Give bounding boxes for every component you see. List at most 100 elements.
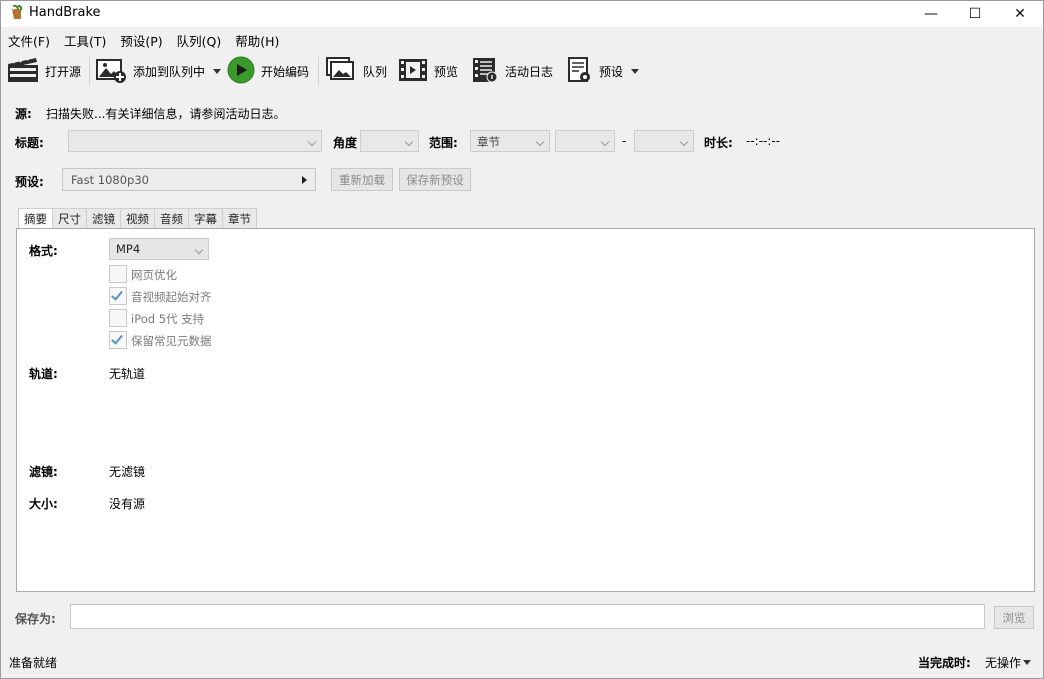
align-av-label: 音视频起始对齐 — [131, 290, 212, 304]
queue-stack-icon — [325, 56, 357, 87]
film-preview-icon — [398, 57, 428, 86]
keep-metadata-checkbox[interactable] — [109, 331, 127, 349]
preview-button[interactable]: 预览 — [398, 55, 458, 87]
presets-button[interactable]: 预设 — [567, 55, 640, 87]
window-title: HandBrake — [29, 5, 101, 20]
preset-value: Fast 1080p30 — [71, 173, 149, 187]
menu-bar: 文件(F) 工具(T) 预设(P) 队列(Q) 帮助(H) — [1, 28, 1043, 50]
web-optimized-label: 网页优化 — [131, 268, 177, 282]
menu-queue[interactable]: 队列(Q) — [170, 28, 229, 50]
tracks-label: 轨道: — [29, 367, 58, 381]
status-text: 准备就绪 — [9, 656, 58, 670]
main-panel: 源: 扫描失败...有关详细信息，请参阅活动日志。 标题: 角度 范围: 章节 … — [2, 92, 1043, 645]
dropdown-caret-icon[interactable] — [213, 68, 222, 74]
range-type-dropdown[interactable]: 章节 — [470, 130, 550, 152]
start-encode-label: 开始编码 — [261, 64, 310, 79]
toolbar-separator — [89, 57, 90, 85]
minimize-icon: — — [924, 6, 938, 22]
save-as-label: 保存为: — [15, 612, 56, 626]
when-done-dropdown[interactable]: 无操作 — [985, 654, 1032, 671]
maximize-button[interactable]: ☐ — [952, 1, 998, 27]
activity-log-icon — [471, 56, 499, 87]
preview-label: 预览 — [434, 64, 459, 79]
chevron-right-icon — [302, 176, 307, 184]
ipod-support-checkbox[interactable] — [109, 309, 127, 327]
reload-preset-button[interactable]: 重新加载 — [331, 168, 393, 191]
range-label: 范围: — [429, 136, 458, 150]
tab-summary[interactable]: 摘要 — [18, 208, 53, 229]
open-source-button[interactable]: 打开源 — [7, 55, 81, 87]
ipod-support-label: iPod 5代 支持 — [131, 312, 205, 326]
title-label: 标题: — [15, 136, 44, 150]
preset-settings-icon — [567, 56, 593, 87]
status-bar: 准备就绪 当完成时: 无操作 — [2, 646, 1043, 678]
dropdown-caret-icon — [1023, 660, 1032, 665]
when-done-label: 当完成时: — [918, 656, 971, 670]
menu-tools[interactable]: 工具(T) — [57, 28, 113, 50]
menu-presets[interactable]: 预设(P) — [113, 28, 169, 50]
tab-subtitles[interactable]: 字幕 — [188, 208, 223, 228]
save-new-preset-button[interactable]: 保存新预设 — [399, 168, 471, 191]
menu-help[interactable]: 帮助(H) — [228, 28, 286, 50]
add-image-icon — [95, 56, 127, 87]
tab-chapters[interactable]: 章节 — [222, 208, 257, 228]
browse-label: 浏览 — [1002, 610, 1026, 625]
range-dash: - — [622, 134, 627, 148]
format-dropdown[interactable]: MP4 — [109, 238, 209, 260]
web-optimized-checkbox[interactable] — [109, 265, 127, 283]
preset-selector[interactable]: Fast 1080p30 — [62, 168, 316, 191]
save-new-preset-label: 保存新预设 — [406, 172, 464, 187]
tracks-value: 无轨道 — [109, 367, 146, 381]
angle-label: 角度 — [333, 136, 358, 150]
add-to-queue-label: 添加到队列中 — [133, 64, 206, 79]
size-value: 没有源 — [109, 497, 146, 511]
align-av-checkbox[interactable] — [109, 287, 127, 305]
title-bar: HandBrake — ☐ ✕ — [1, 1, 1043, 27]
keep-metadata-label: 保留常见元数据 — [131, 334, 212, 348]
add-to-queue-button[interactable]: 添加到队列中 — [95, 55, 222, 87]
title-dropdown[interactable] — [68, 130, 322, 152]
source-value: 扫描失败...有关详细信息，请参阅活动日志。 — [46, 107, 286, 121]
close-icon: ✕ — [1014, 6, 1026, 22]
tab-dimensions[interactable]: 尺寸 — [52, 208, 87, 228]
activity-log-button[interactable]: 活动日志 — [471, 55, 553, 87]
range-start-dropdown[interactable] — [555, 130, 615, 152]
preset-label: 预设: — [15, 175, 44, 189]
close-button[interactable]: ✕ — [997, 1, 1043, 27]
checkmark-icon — [111, 288, 123, 301]
play-icon — [227, 56, 255, 87]
browse-button[interactable]: 浏览 — [994, 606, 1034, 629]
tab-strip: 摘要 尺寸 滤镜 视频 音频 字幕 章节 — [18, 208, 257, 229]
menu-file[interactable]: 文件(F) — [1, 28, 57, 50]
size-label: 大小: — [29, 497, 58, 511]
dropdown-caret-icon[interactable] — [631, 68, 640, 74]
summary-panel: 格式: MP4 网页优化 音视频起始对齐 iPod 5代 支持 保留常见元数据 … — [16, 228, 1035, 592]
source-label: 源: — [15, 107, 32, 121]
toolbar-separator — [318, 57, 319, 85]
save-as-input[interactable] — [70, 604, 985, 629]
filters-value: 无滤镜 — [109, 465, 146, 479]
start-encode-button[interactable]: 开始编码 — [227, 55, 309, 87]
queue-button[interactable]: 队列 — [325, 55, 387, 87]
reload-preset-label: 重新加载 — [339, 172, 385, 187]
when-done-value: 无操作 — [985, 656, 1022, 670]
range-type-value: 章节 — [477, 135, 500, 149]
angle-dropdown[interactable] — [360, 130, 419, 152]
format-label: 格式: — [29, 244, 58, 258]
tab-video[interactable]: 视频 — [120, 208, 155, 228]
checkmark-icon — [111, 332, 123, 345]
filters-label: 滤镜: — [29, 465, 58, 479]
toolbar: 打开源 添加到队列中 开始编码 队列 预览 活动日志 预设 — [1, 51, 1043, 91]
minimize-button[interactable]: — — [908, 1, 954, 27]
tab-audio[interactable]: 音频 — [154, 208, 189, 228]
app-window: HandBrake — ☐ ✕ 文件(F) 工具(T) 预设(P) 队列(Q) … — [0, 0, 1044, 679]
clapperboard-icon — [7, 55, 39, 86]
range-end-dropdown[interactable] — [634, 130, 694, 152]
activity-log-label: 活动日志 — [505, 64, 554, 79]
format-value: MP4 — [116, 242, 141, 256]
maximize-icon: ☐ — [968, 6, 982, 22]
duration-value: --:--:-- — [746, 134, 781, 148]
tab-filters[interactable]: 滤镜 — [86, 208, 121, 228]
queue-label: 队列 — [363, 64, 388, 79]
handbrake-logo-icon — [9, 4, 25, 21]
